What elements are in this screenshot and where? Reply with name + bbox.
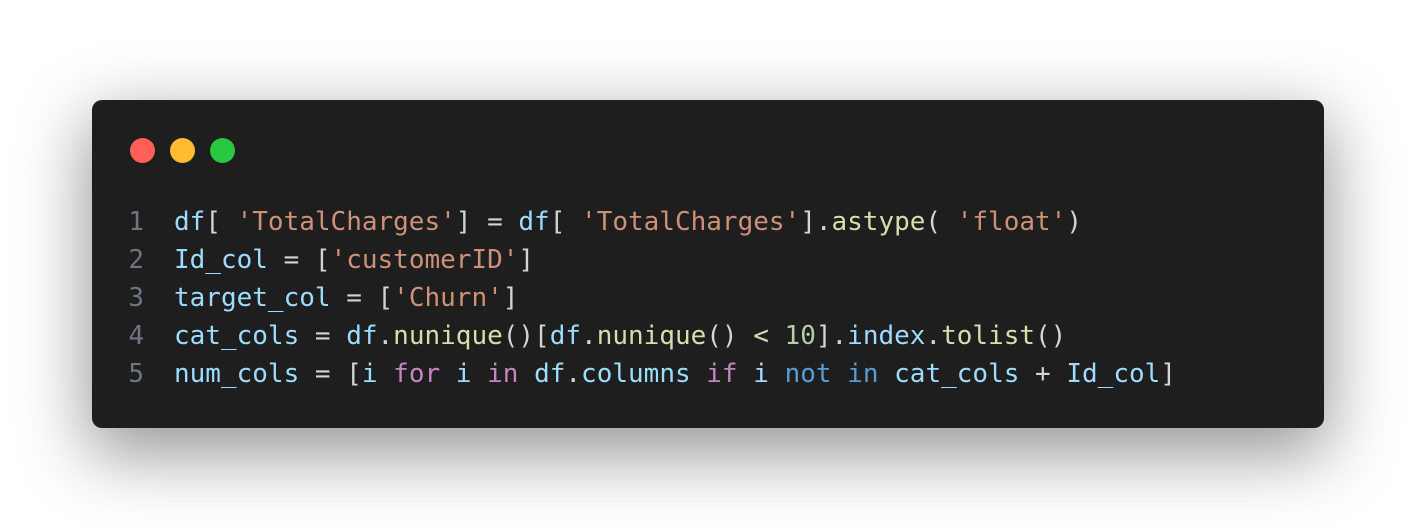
code-token: . — [925, 321, 942, 351]
code-token: . — [565, 359, 582, 389]
code-token: astype — [831, 207, 926, 237]
code-token: for — [393, 359, 441, 389]
code-window: 1 df[ 'TotalCharges'] = df[ 'TotalCharges… — [92, 100, 1324, 428]
code-token: target_col — [174, 283, 331, 313]
code-token: [ — [549, 207, 582, 237]
code-token: in — [487, 359, 519, 389]
code-token: + — [1019, 359, 1067, 389]
zoom-window-icon[interactable] — [210, 138, 235, 163]
code-token: df — [518, 207, 550, 237]
line-number: 2 — [128, 245, 144, 275]
code-token: ] — [502, 283, 519, 313]
code-token: () — [706, 321, 754, 351]
code-token: ] — [1160, 359, 1176, 389]
code-token: tolist — [941, 321, 1036, 351]
code-token: cat_cols — [174, 321, 300, 351]
code-token: . — [581, 321, 597, 351]
code-line: 4 cat_cols = df.nunique()[df.nunique() < … — [92, 317, 1176, 355]
code-token: 'TotalCharges' — [236, 207, 456, 237]
code-block: 1 df[ 'TotalCharges'] = df[ 'TotalCharges… — [92, 203, 1176, 393]
code-token: nunique — [393, 321, 503, 351]
code-token: i — [753, 359, 769, 389]
code-token: Id_col — [174, 245, 268, 275]
code-token: ( — [925, 207, 957, 237]
close-window-icon[interactable] — [130, 138, 155, 163]
code-text: num_cols = [i for i in df.columns if i n… — [174, 355, 1176, 393]
code-token: . — [377, 321, 394, 351]
code-token: 'customerID' — [330, 245, 519, 275]
code-line: 2 Id_col = ['customerID'] — [92, 241, 1176, 279]
code-token: df — [534, 359, 566, 389]
code-token: columns — [581, 359, 691, 389]
code-token: [ — [205, 207, 237, 237]
code-token: df — [346, 321, 378, 351]
code-text: target_col = ['Churn'] — [174, 279, 518, 317]
code-token: cat_cols — [894, 359, 1020, 389]
code-text: Id_col = ['customerID'] — [174, 241, 534, 279]
code-token: ) — [1066, 207, 1082, 237]
code-token: < — [753, 321, 769, 351]
code-token: Id_col — [1066, 359, 1161, 389]
code-token: i — [455, 359, 472, 389]
code-token: index — [847, 321, 926, 351]
code-token: nunique — [596, 321, 707, 351]
code-token: df — [549, 321, 582, 351]
code-token: ]. — [800, 207, 832, 237]
code-token: ]. — [815, 321, 848, 351]
code-token: ] — [518, 245, 535, 275]
code-token: ()[ — [502, 321, 550, 351]
code-text: cat_cols = df.nunique()[df.nunique() < 1… — [174, 317, 1066, 355]
code-token: = [ — [267, 245, 331, 275]
code-text: df[ 'TotalCharges'] = df[ 'TotalCharges'… — [174, 203, 1082, 241]
code-token: 10 — [784, 321, 816, 351]
code-token: 'float' — [956, 207, 1067, 237]
minimize-window-icon[interactable] — [170, 138, 195, 163]
code-token: = — [299, 321, 347, 351]
code-line: 5 num_cols = [i for i in df.columns if i … — [92, 355, 1176, 393]
code-token: () — [1035, 321, 1067, 351]
code-token: 'TotalCharges' — [581, 207, 801, 237]
line-number: 3 — [128, 283, 144, 313]
code-token: 'Churn' — [393, 283, 503, 313]
code-token: num_cols — [174, 359, 300, 389]
code-line: 3 target_col = ['Churn'] — [92, 279, 1176, 317]
code-token: ] = — [455, 207, 519, 237]
code-line: 1 df[ 'TotalCharges'] = df[ 'TotalCharges… — [92, 203, 1176, 241]
code-token: if — [706, 359, 738, 389]
code-token: = [ — [330, 283, 394, 313]
code-token: df — [174, 207, 206, 237]
code-token: = [ — [299, 359, 362, 389]
line-number: 4 — [128, 321, 144, 351]
code-token: not — [784, 359, 832, 389]
code-token: in — [847, 359, 879, 389]
line-number: 1 — [128, 207, 144, 237]
line-number: 5 — [128, 359, 144, 389]
code-token: i — [361, 359, 378, 389]
